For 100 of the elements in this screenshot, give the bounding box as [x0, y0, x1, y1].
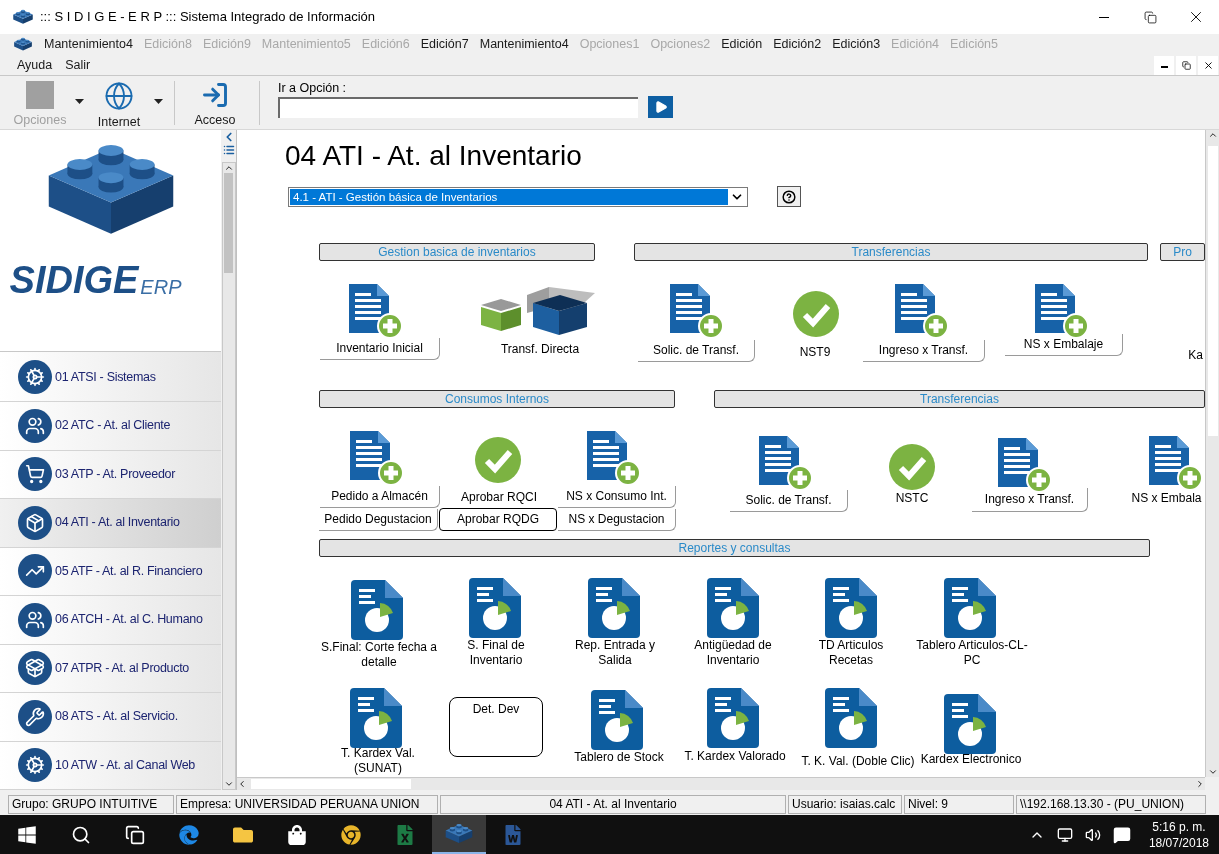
menu-item[interactable]: Edición2 — [773, 34, 822, 54]
document-add-icon — [347, 283, 404, 340]
list-icon[interactable] — [222, 144, 235, 156]
volume-icon[interactable] — [1084, 826, 1101, 843]
tile-label[interactable]: Rep. Entrada y Salida — [565, 637, 665, 669]
sidebar-item[interactable]: 07 ATPR - At. al Producto — [0, 644, 221, 693]
tile-label[interactable]: S. Final de Inventario — [455, 637, 537, 669]
tile-label[interactable]: NSTC — [880, 488, 944, 508]
tile-label[interactable]: Transf. Directa — [470, 338, 610, 360]
scroll-up-icon[interactable] — [1207, 130, 1218, 140]
tile-label[interactable]: T. K. Val. (Doble Clic) — [800, 745, 916, 777]
page-title: 04 ATI - At. al Inventario — [285, 140, 582, 172]
document-w-icon — [503, 824, 523, 845]
mdi-close-button[interactable] — [1198, 55, 1218, 75]
report-chart-icon — [588, 578, 640, 638]
tile-label[interactable]: NS x Embala — [1128, 487, 1205, 509]
menu-item[interactable]: Edición3 — [832, 34, 881, 54]
scroll-thumb[interactable] — [224, 173, 233, 273]
tile-label[interactable]: Aprobar RQCI — [450, 486, 548, 508]
scroll-down-icon[interactable] — [1207, 767, 1218, 777]
dropdown-caret-icon[interactable] — [154, 99, 163, 104]
scroll-up-icon[interactable] — [223, 163, 234, 173]
tile-label[interactable]: NS x Embalaje — [1005, 334, 1123, 356]
wrench-icon — [18, 699, 52, 734]
document-add-icon — [348, 430, 405, 487]
scroll-thumb[interactable] — [1207, 146, 1218, 436]
option-link[interactable]: Aprobar RQDG — [439, 508, 557, 531]
logo-suffix: ERP — [140, 275, 182, 300]
people-icon — [18, 408, 52, 443]
close-icon — [1202, 59, 1214, 71]
menu-item[interactable]: Mantenimiento4 — [44, 34, 133, 54]
tile-label[interactable]: Ingreso x Transf. — [972, 488, 1088, 512]
sidebar-item[interactable]: 04 ATI - At. al Inventario — [0, 499, 221, 548]
menu-item[interactable]: Edición7 — [420, 34, 469, 54]
menu-item[interactable]: Ayuda — [17, 55, 53, 75]
sidebar-item[interactable]: 06 ATCH - At. al C. Humano — [0, 596, 221, 645]
document-add-icon — [996, 437, 1053, 494]
scroll-down-icon[interactable] — [223, 779, 234, 789]
option-link[interactable]: Det. Dev — [449, 697, 543, 757]
toolbar-button[interactable]: Acceso — [183, 81, 247, 130]
option-link[interactable]: Pedido Degustacion — [319, 509, 438, 531]
tile-label[interactable]: T. Kardex Val. (SUNAT) — [328, 745, 428, 777]
restore-icon — [1143, 10, 1157, 24]
document-add-icon — [893, 283, 950, 340]
restore-icon — [1181, 60, 1191, 70]
scrollbar[interactable] — [221, 162, 236, 790]
section-header: Consumos Internos — [319, 390, 675, 408]
checkmark-icon — [475, 437, 521, 483]
mdi-restore-button[interactable] — [1176, 55, 1196, 75]
sidebar-item[interactable]: 08 ATS - At. al Servicio. — [0, 693, 221, 742]
blank-square-icon — [26, 81, 54, 109]
go-button[interactable] — [648, 96, 673, 118]
scroll-right-icon[interactable] — [1195, 779, 1205, 789]
scrollbar[interactable] — [1205, 130, 1219, 777]
tile-label[interactable]: NS x Consumo Int. — [558, 486, 676, 508]
tile-label[interactable]: S.Final: Corte fecha a detalle — [318, 639, 440, 671]
brick-app-icon — [444, 823, 474, 844]
report-chart-icon — [944, 578, 996, 638]
play-icon — [653, 100, 668, 114]
browser-e-icon — [179, 824, 199, 845]
window-title: ::: S I D I G E - E R P ::: Sistema Integrado de Información — [40, 8, 375, 27]
section-header: Reportes y consultas — [319, 539, 1150, 557]
tile-label[interactable]: Ingreso x Transf. — [863, 340, 985, 362]
group-icon — [18, 602, 52, 637]
menu-item[interactable]: Edición — [721, 34, 763, 54]
toolbar-button[interactable]: Internet — [87, 81, 151, 132]
section-header: Transferencias — [634, 243, 1148, 261]
document-add-icon — [757, 435, 814, 492]
mdi-minimize-button[interactable] — [1154, 55, 1174, 75]
status-field: Nivel: 9 — [904, 794, 1014, 814]
goto-field[interactable] — [278, 96, 638, 118]
sidebar-item[interactable]: 10 ATW - At. al Canal Web — [0, 741, 221, 790]
checkmark-icon — [889, 444, 935, 490]
menu-item[interactable]: Mantenimiento4 — [479, 34, 569, 54]
tile-label[interactable]: Antigüedad de Inventario — [683, 637, 783, 669]
menu-item[interactable]: Salir — [65, 55, 91, 75]
tile-label[interactable]: Pedido a Almacén — [320, 486, 440, 508]
sidebar-item[interactable]: 01 ATSI - Sistemas — [0, 353, 221, 402]
option-link[interactable]: Ka — [1186, 346, 1205, 364]
option-link[interactable]: NS x Degustacion — [558, 509, 676, 531]
tile-label[interactable]: Tablero Articulos-CL-PC — [916, 637, 1028, 669]
notification-icon[interactable] — [1112, 825, 1131, 844]
chrome-icon — [341, 824, 361, 845]
tile-label[interactable]: NST9 — [780, 342, 850, 362]
tile-label[interactable]: Solic. de Transf. — [638, 340, 755, 362]
sidebar-item[interactable]: 05 ATF - At. al R. Financiero — [0, 547, 221, 596]
help-button[interactable] — [777, 186, 801, 207]
status-field: 04 ATI - At. al Inventario — [440, 794, 786, 814]
door-enter-icon — [201, 81, 229, 109]
module-dropdown[interactable]: 4.1 - ATI - Gestión básica de Inventarios — [288, 187, 748, 207]
report-chart-icon — [825, 578, 877, 638]
tile-label[interactable]: TD Articulos Recetas — [810, 637, 892, 669]
sidebar-item[interactable]: 02 ATC - At. al Cliente — [0, 402, 221, 451]
tile-label[interactable]: Solic. de Transf. — [730, 490, 848, 512]
scrollbar[interactable] — [237, 777, 1205, 790]
scroll-thumb[interactable] — [251, 779, 411, 789]
report-chart-icon — [825, 688, 877, 748]
box-icon — [18, 505, 52, 540]
tile-label[interactable]: Inventario Inicial — [320, 338, 440, 360]
scroll-left-icon[interactable] — [237, 779, 247, 789]
